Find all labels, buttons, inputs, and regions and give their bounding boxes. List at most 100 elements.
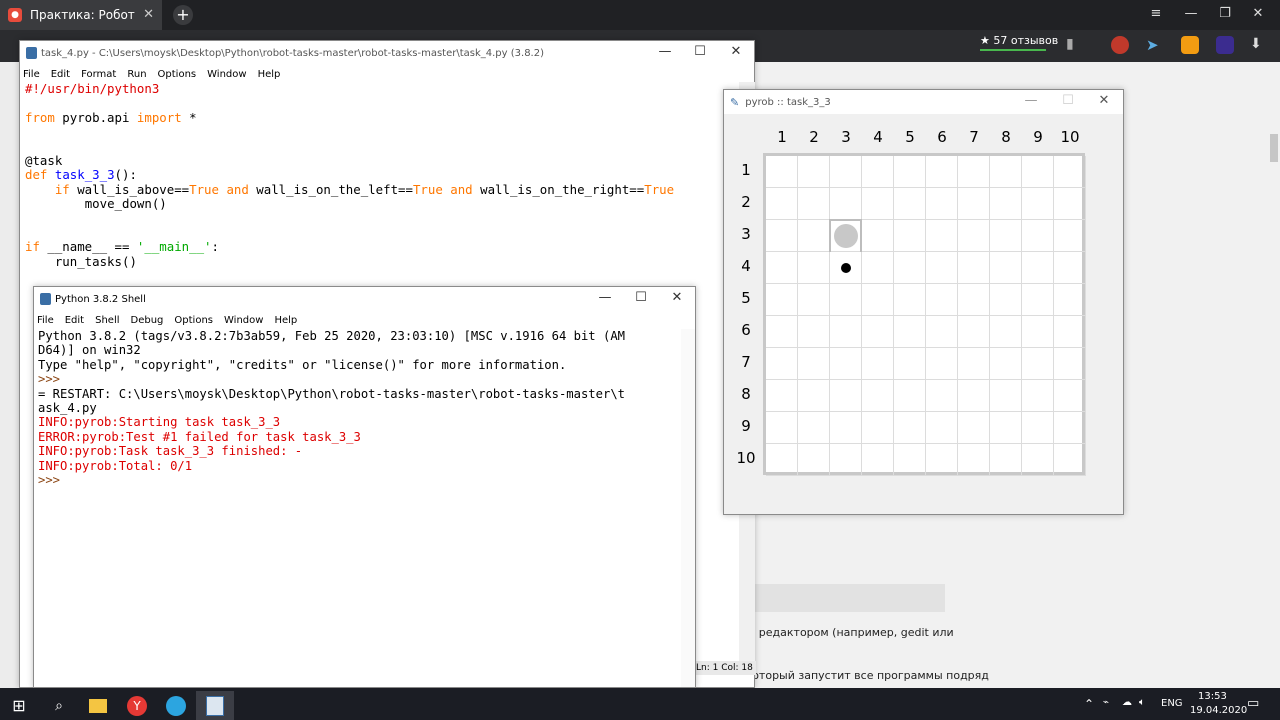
maximize-icon[interactable]: ☐ [1061,93,1075,108]
telegram-icon[interactable]: ➤ [1146,36,1164,54]
grid-cell [862,348,894,380]
menu-help[interactable]: Help [258,69,281,80]
restore-icon[interactable]: ❐ [1215,6,1235,21]
new-tab-button[interactable]: + [173,5,193,25]
menu-window[interactable]: Window [224,315,263,326]
column-label: 9 [1033,128,1043,146]
grid-cell [798,284,830,316]
close-icon[interactable]: ✕ [670,290,684,305]
code-keyword: if [25,239,40,255]
close-tab-icon[interactable]: ✕ [143,7,154,22]
grid-cell [1054,412,1086,444]
grid-cell [766,444,798,476]
grid-cell [926,380,958,412]
grid-cell [766,220,798,252]
minimize-icon[interactable]: — [1024,93,1038,108]
taskbar-yandex-button[interactable]: Y [118,691,156,720]
close-icon[interactable]: ✕ [1097,93,1111,108]
extension-icon[interactable] [1216,36,1234,54]
menu-file[interactable]: File [37,315,54,326]
menu-options[interactable]: Options [158,69,197,80]
grid-cell [958,252,990,284]
shell-titlebar[interactable]: Python 3.8.2 Shell — ☐ ✕ [34,287,695,311]
menu-help[interactable]: Help [274,315,297,326]
grid-cell [958,412,990,444]
tray-chevron-icon[interactable]: ⌃ [1084,697,1094,711]
grid-cell [1022,348,1054,380]
menu-edit[interactable]: Edit [65,315,84,326]
close-icon[interactable]: ✕ [729,44,743,59]
grid-cell [1054,220,1086,252]
network-icon[interactable]: ⌁ [1103,697,1109,708]
windows-start-icon[interactable]: ⊞ [0,691,38,720]
download-icon[interactable]: ⬇ [1250,36,1268,54]
maximize-icon[interactable]: ☐ [693,44,707,59]
close-browser-icon[interactable]: ✕ [1248,6,1268,21]
notifications-icon[interactable]: ▭ [1247,696,1259,711]
grid-cell [830,316,862,348]
taskbar-explorer-button[interactable] [79,691,117,720]
minimize-icon[interactable]: — [1181,6,1201,21]
menu-options[interactable]: Options [174,315,213,326]
taskbar-telegram-button[interactable] [157,691,195,720]
grid-cell [862,412,894,444]
grid-cell [1054,284,1086,316]
windows-taskbar: ⊞ ⌕ Y ⌃ ⌁ ☁ 🔈︎ ENG 13:53 19.04.2020 ▭ [0,688,1280,720]
reviews-rating[interactable]: ★ 57 отзывов [980,34,1058,47]
onedrive-icon[interactable]: ☁ [1122,697,1132,708]
page-scroll-thumb[interactable] [1270,134,1278,162]
browser-tab[interactable]: ● Практика: Робот ✕ [0,0,162,30]
grid-cell [1022,156,1054,188]
code-keyword: True [644,181,675,197]
rating-bar [980,49,1046,51]
grid-cell [1022,252,1054,284]
grid-cell [990,412,1022,444]
menu-window[interactable]: Window [207,69,246,80]
menu-debug[interactable]: Debug [131,315,164,326]
ok-extension-icon[interactable] [1181,36,1199,54]
column-label: 5 [905,128,915,146]
robot-titlebar[interactable]: ✎ pyrob :: task_3_3 — ☐ ✕ [724,90,1123,114]
row-label: 7 [741,353,751,371]
grid-cell [1054,380,1086,412]
grid-cell [958,188,990,220]
grid-cell [766,252,798,284]
taskbar-python-button[interactable] [196,691,234,720]
telegram-icon [166,695,186,716]
extension-avatar-icon[interactable] [1111,36,1129,54]
menu-file[interactable]: File [23,69,40,80]
menu-shell[interactable]: Shell [95,315,119,326]
grid-cell [862,284,894,316]
clock-time[interactable]: 13:53 [1198,691,1227,702]
bookmark-icon[interactable]: ▮ [1066,36,1084,54]
grid-cell [990,252,1022,284]
grid-cell [830,188,862,220]
grid-cell [926,284,958,316]
browser-menu-icon[interactable]: ≡ [1146,6,1166,21]
grid-cell [798,412,830,444]
editor-titlebar[interactable]: task_4.py - C:\Users\moysk\Desktop\Pytho… [20,41,754,65]
row-label: 2 [741,193,751,211]
shell-output[interactable]: Python 3.8.2 (tags/v3.8.2:7b3ab59, Feb 2… [38,329,625,487]
minimize-icon[interactable]: — [598,290,612,305]
language-indicator[interactable]: ENG [1161,698,1183,709]
menu-run[interactable]: Run [127,69,146,80]
menu-format[interactable]: Format [81,69,116,80]
grid-cell [766,412,798,444]
shell-error-line: ERROR:pyrob:Test #1 failed for task task… [38,429,361,444]
shell-scrollbar[interactable] [681,329,695,687]
grid-cell [798,220,830,252]
minimize-icon[interactable]: — [658,44,672,59]
code-area[interactable]: #!/usr/bin/python3 from pyrob.api import… [25,81,675,269]
column-label: 4 [873,128,883,146]
volume-icon[interactable]: 🔈︎ [1139,697,1145,708]
grid-cell [798,380,830,412]
grid-cell [862,380,894,412]
clock-date[interactable]: 19.04.2020 [1190,705,1247,716]
maximize-icon[interactable]: ☐ [634,290,648,305]
grid-cell [1022,380,1054,412]
code-text: __name__ == [39,239,137,255]
search-icon[interactable]: ⌕ [40,691,78,720]
menu-edit[interactable]: Edit [51,69,70,80]
grid-cell [958,444,990,476]
